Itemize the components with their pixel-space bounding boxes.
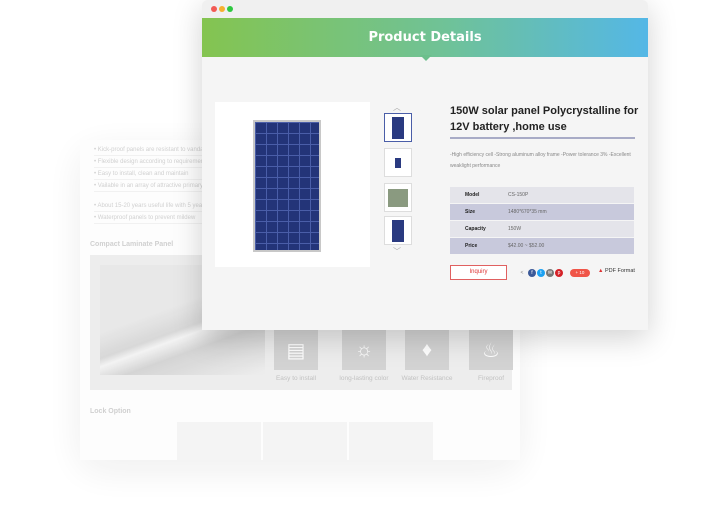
pdf-icon: ▲ xyxy=(598,268,604,274)
lock-image xyxy=(349,422,433,462)
icon-label: Water Resistance xyxy=(401,375,453,382)
maximize-button[interactable] xyxy=(227,6,233,12)
sun-icon: ☼ xyxy=(342,330,386,370)
main-product-image xyxy=(215,102,370,267)
spec-value: 150W xyxy=(508,226,522,232)
product-description: -High efficiency cell -Strong aluminum a… xyxy=(450,152,631,169)
chevron-up-icon[interactable]: ︿ xyxy=(393,102,401,113)
spec-row: Capacity 150W xyxy=(450,221,634,237)
product-title: 150W solar panel Polycrystalline for 12V… xyxy=(450,105,639,133)
spec-value: CS-150P xyxy=(508,192,529,198)
close-button[interactable] xyxy=(211,6,217,12)
thumbnail[interactable] xyxy=(384,183,412,212)
pdf-link[interactable]: ▲ PDF Format xyxy=(598,268,635,274)
spec-label: Capacity xyxy=(465,226,486,232)
header-notch xyxy=(420,55,432,61)
spec-label: Size xyxy=(465,209,476,215)
thumbnail[interactable] xyxy=(384,113,412,142)
title-bar xyxy=(202,0,648,18)
spec-value: $42.00 ~ $52.00 xyxy=(508,243,545,249)
laminate-heading: Compact Laminate Panel xyxy=(90,241,174,248)
product-window: Product Details ︿ ﹀ 150W solar panel Pol… xyxy=(202,0,648,330)
brick-wall-icon: ▤ xyxy=(274,330,318,370)
email-icon[interactable]: ✉ xyxy=(546,269,554,277)
page-title: Product Details xyxy=(202,18,648,57)
minimize-button[interactable] xyxy=(219,6,225,12)
spec-table: Model CS-150P Size 1480*670*35 mm Capacity… xyxy=(450,187,634,255)
title-divider xyxy=(450,137,635,139)
share-icon[interactable]: < xyxy=(518,269,526,277)
spec-label: Model xyxy=(465,192,480,198)
lock-image xyxy=(177,422,261,462)
spec-row: Model CS-150P xyxy=(450,187,634,203)
spec-value: 1480*670*35 mm xyxy=(508,209,547,215)
spec-label: Price xyxy=(465,243,478,249)
solar-panel-image xyxy=(253,120,321,252)
inquiry-button[interactable]: Inquiry xyxy=(450,265,507,280)
water-drop-icon: ♦ xyxy=(405,330,449,370)
twitter-icon[interactable]: t xyxy=(537,269,545,277)
facebook-icon[interactable]: f xyxy=(528,269,536,277)
pinterest-icon[interactable]: p xyxy=(555,269,563,277)
lock-image xyxy=(263,422,347,462)
spec-row: Price $42.00 ~ $52.00 xyxy=(450,238,634,254)
lock-heading: Lock Option xyxy=(90,408,131,415)
share-count[interactable]: + 10 xyxy=(570,269,590,277)
icon-label: Fireproof xyxy=(477,375,504,382)
icon-label: long-lasting color xyxy=(339,375,389,382)
icon-label: Easy to install xyxy=(275,375,317,382)
chevron-down-icon[interactable]: ﹀ xyxy=(393,246,401,257)
pdf-label: PDF Format xyxy=(604,268,635,274)
spec-row: Size 1480*670*35 mm xyxy=(450,204,634,220)
thumbnail[interactable] xyxy=(384,216,412,245)
fire-icon: ♨ xyxy=(469,330,513,370)
thumbnail[interactable] xyxy=(384,148,412,177)
